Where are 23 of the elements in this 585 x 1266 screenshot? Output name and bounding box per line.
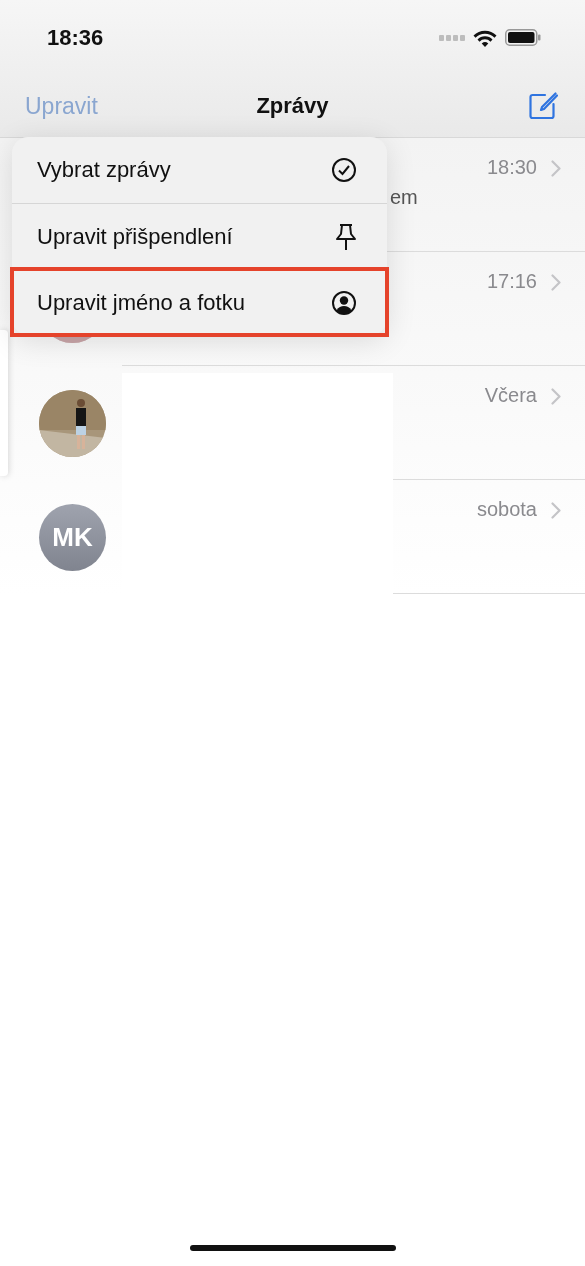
wifi-icon (473, 28, 497, 47)
chevron-icon (551, 160, 561, 177)
no-signal-icon (439, 34, 465, 41)
compose-icon (528, 91, 558, 121)
person-circle-icon (331, 289, 357, 316)
message-time: Včera (484, 384, 537, 408)
status-time: 18:36 (47, 24, 104, 51)
message-preview: em (390, 186, 419, 209)
chevron-icon (551, 502, 561, 519)
compose-button[interactable] (528, 91, 558, 121)
menu-item[interactable]: Upravit jméno a fotku (12, 269, 387, 335)
message-time: 18:30 (486, 156, 537, 180)
menu-item[interactable]: Vybrat zprávy (12, 137, 387, 203)
chevron-icon (551, 274, 561, 291)
pin-icon (335, 222, 357, 251)
battery-icon (505, 29, 541, 46)
screen-title: Zprávy (256, 93, 329, 119)
message-time: sobota (476, 498, 537, 522)
menu-item[interactable]: Upravit přišpendlení (12, 203, 387, 269)
chevron-icon (551, 388, 561, 405)
contact-initials-avatar: MK (39, 503, 106, 571)
message-time: 17:16 (486, 270, 537, 294)
checkmark-circle-icon (331, 157, 357, 183)
